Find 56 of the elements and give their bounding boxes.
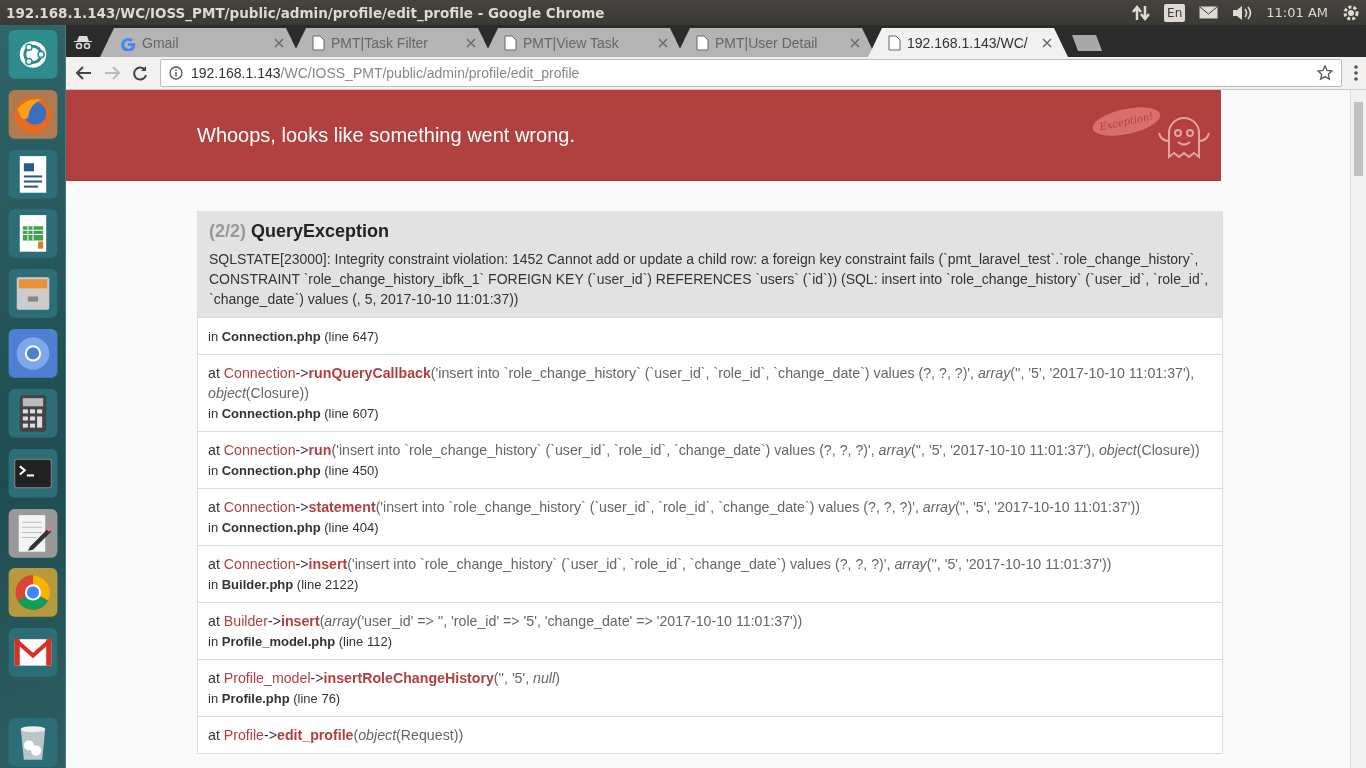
close-icon[interactable]: [658, 37, 668, 48]
circle-logo-icon[interactable]: [6, 29, 59, 80]
address-bar[interactable]: 192.168.1.143/WC/IOSS_PMT/public/admin/profile/edit_profile: [160, 59, 1342, 87]
close-icon[interactable]: [466, 37, 476, 48]
close-icon[interactable]: [274, 37, 284, 48]
text-editor-icon[interactable]: [6, 507, 59, 559]
network-icon[interactable]: [1132, 4, 1151, 21]
browser-tab[interactable]: 192.168.1.143/WC/: [868, 28, 1068, 57]
clock[interactable]: 11:01 AM: [1266, 5, 1328, 20]
stack-frame-location: in Profile.php (line 76): [208, 690, 342, 708]
browser-icon[interactable]: [6, 328, 59, 379]
reload-icon[interactable]: [132, 65, 148, 81]
power-icon[interactable]: [1342, 3, 1360, 22]
stack-frame-location: in Builder.php (line 2122): [208, 576, 360, 594]
page-icon: [888, 34, 901, 51]
star-icon[interactable]: [1317, 65, 1333, 81]
stack-frame-call: at Profile_model->insertRoleChangeHistory('', '5', null): [208, 669, 561, 688]
trash-icon[interactable]: [6, 717, 59, 768]
stack-frame-call: at Connection->insert('insert into `role_change_history` (`user_id`, `role_id`, `change_date`) values (?, ?, ?)', array('', '5', '2017-10-10 11:01:37')): [208, 555, 1113, 574]
volume-icon[interactable]: [1232, 4, 1253, 21]
stack-frame-call: at Builder->insert(array('user_id' => '', 'role_id' => '5', 'change_date' => '2017-10-10 11:01:37')): [208, 612, 804, 631]
page-icon: [312, 34, 325, 51]
mail-icon[interactable]: [6, 627, 59, 679]
stack-frame-call: at Profile->edit_profile(object(Request)): [208, 726, 465, 745]
stack-frame-location: in Connection.php (line 647): [208, 328, 380, 346]
incognito-icon[interactable]: [74, 35, 92, 49]
close-icon[interactable]: [1042, 37, 1052, 48]
fox-globe-icon[interactable]: [6, 88, 59, 140]
calculator-icon[interactable]: [6, 387, 59, 439]
window-title: 192.168.1.143/WC/IOSS_PMT/public/admin/profile/edit_profile - Google Chrome: [6, 4, 606, 21]
stack-frame-location: in Connection.php (line 607): [208, 405, 380, 423]
scrollbar[interactable]: [1350, 90, 1366, 768]
mail-icon[interactable]: [1199, 6, 1219, 19]
stack-frame-call: at Connection->runQueryCallback('insert into `role_change_history` (`user_id`, `role_id`, `change_date`) values (?, ?, ?)', array('', '5', '2017-10-10 11:01:37'), object(Closure)): [208, 364, 1196, 403]
stack-frame-location: in Profile_model.php (line 112): [208, 633, 393, 651]
document-icon[interactable]: [6, 148, 59, 200]
page-icon: [504, 34, 517, 51]
exception-title: (2/2) QueryException: [209, 220, 391, 242]
scrollbar-thumb[interactable]: [1354, 102, 1363, 176]
stack-frame-location: in Connection.php (line 450): [208, 462, 380, 480]
error-headline: Whoops, looks like something went wrong.: [197, 123, 576, 147]
menu-icon[interactable]: [1354, 65, 1358, 81]
stack-frame-call: at Connection->run('insert into `role_change_history` (`user_id`, `role_id`, `change_date`) values (?, ?, ?)', array('', '5', '2017-10-10 11:01:37'), object(Closure)): [208, 441, 1201, 460]
exception-message: SQLSTATE[23000]: Integrity constraint violation: 1452 Cannot add or update a child row: a foreign key constraint fails (`pmt_laravel_test`.`role_change_history`, CONSTRAINT `role_change_history_ibfk_1` FOREIGN KEY (`user_id`) REFERENCES `users` (`id`)) (SQL: insert into `role_change_history` (`user_id`, `role_id`, `change_date`) values (, 5, 2017-10-10 11:01:37)): [209, 250, 1210, 309]
info-icon: [169, 66, 183, 80]
spreadsheet-icon[interactable]: [6, 208, 59, 260]
terminal-icon[interactable]: [6, 447, 59, 499]
back-icon[interactable]: [76, 66, 92, 80]
stack-frame-location: in Connection.php (line 404): [208, 519, 380, 537]
keyboard-indicator[interactable]: En: [1164, 3, 1186, 22]
page-icon: [696, 34, 709, 51]
browser-icon[interactable]: [6, 567, 59, 619]
stack-frame-call: at Connection->statement('insert into `role_change_history` (`user_id`, `role_id`, `change_date`) values (?, ?, ?)', array('', '5', '2017-10-10 11:01:37')): [208, 498, 1141, 517]
close-icon[interactable]: [850, 37, 860, 48]
file-cabinet-icon[interactable]: [6, 268, 59, 320]
new-tab-button[interactable]: [1072, 35, 1102, 51]
